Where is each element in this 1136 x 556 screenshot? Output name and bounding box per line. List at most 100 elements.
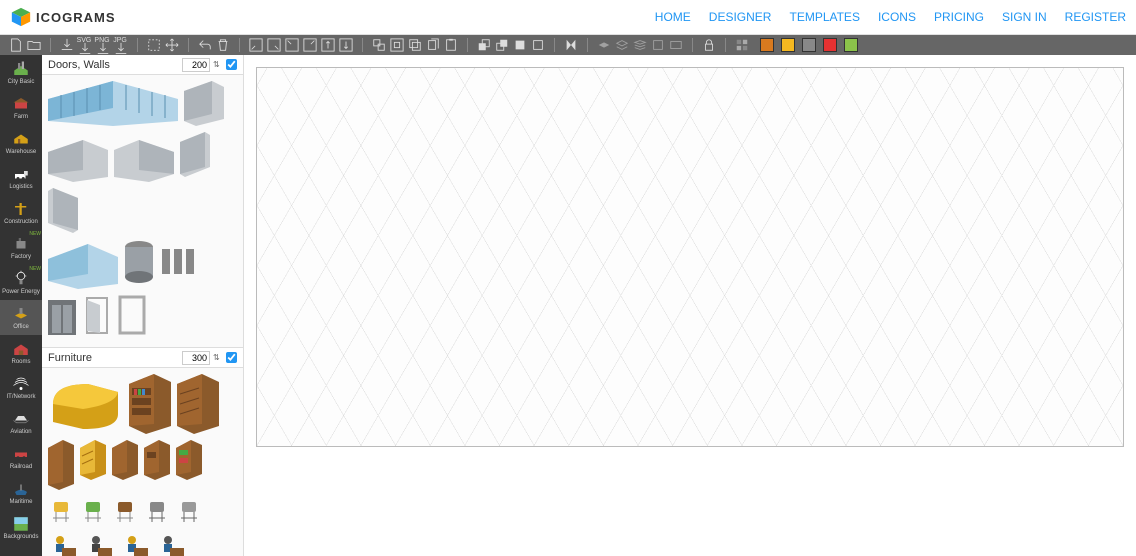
sidebar-item-construction[interactable]: Construction [0,195,42,230]
bring-front-button[interactable] [476,37,492,53]
sidebar-item-itnetwork[interactable]: IT/Network [0,370,42,405]
panel-check-doors[interactable] [226,59,237,70]
asset-wall-corner-right[interactable] [114,132,174,182]
align-br-button[interactable] [266,37,282,53]
asset-glass-wall-long[interactable] [48,81,178,126]
sidebar-item-warehouse[interactable]: Warehouse [0,125,42,160]
asset-file-cabinet-2[interactable] [144,440,170,480]
asset-chair-green[interactable] [80,496,106,528]
layer1-button[interactable] [596,37,612,53]
asset-door-open[interactable] [82,295,112,335]
color-swatch-0[interactable] [760,38,774,52]
asset-door-frame[interactable] [118,295,146,335]
duplicate-button[interactable] [407,37,423,53]
design-canvas[interactable] [256,67,1124,447]
asset-chair-grey1[interactable] [144,496,170,528]
color-swatch-3[interactable] [823,38,837,52]
align-down-button[interactable] [338,37,354,53]
sidebar-item-powerenergy[interactable]: NEWPower Energy [0,265,42,300]
export-svg-button[interactable] [77,44,93,54]
panel-size-furniture[interactable] [182,351,210,365]
nav-designer[interactable]: DESIGNER [709,10,772,24]
asset-single-wall-l[interactable] [180,132,210,177]
flip-button[interactable] [563,37,579,53]
spinner-icon[interactable]: ⇅ [213,353,223,362]
asset-revolving-door[interactable] [124,239,154,284]
select-button[interactable] [146,37,162,53]
logo-icon [10,6,32,28]
sidebar-item-office[interactable]: Office [0,300,42,335]
asset-wall-panel[interactable] [184,81,224,126]
sidebar-icon [11,235,31,253]
export-jpg-button[interactable] [113,44,129,54]
asset-cabinet-wide[interactable] [177,374,219,434]
panel-size-doors[interactable] [182,58,210,72]
asset-file-cabinet-1[interactable] [112,440,138,480]
nav-pricing[interactable]: PRICING [934,10,984,24]
nav-home[interactable]: HOME [655,10,691,24]
paste-button[interactable] [443,37,459,53]
sidebar-item-farm[interactable]: Farm [0,90,42,125]
asset-wall-corner-left[interactable] [48,132,108,182]
asset-person-desk-2[interactable] [84,534,114,556]
sidebar-icon [11,200,31,218]
nav-icons[interactable]: ICONS [878,10,916,24]
asset-chair-grey2[interactable] [176,496,202,528]
align-tr-button[interactable] [302,37,318,53]
asset-person-desk-4[interactable] [156,534,186,556]
align-bl-button[interactable] [248,37,264,53]
align-tl-button[interactable] [284,37,300,53]
asset-tall-cabinet[interactable] [48,440,74,490]
sidebar-item-rooms[interactable]: Rooms [0,335,42,370]
undo-button[interactable] [197,37,213,53]
sidebar-icon [11,410,31,428]
asset-single-wall-r[interactable] [48,188,78,233]
sidebar-item-factory[interactable]: NEWFactory [0,230,42,265]
color-swatch-1[interactable] [781,38,795,52]
layer5-button[interactable] [668,37,684,53]
layer4-button[interactable] [650,37,666,53]
sidebar-item-maritime[interactable]: Maritime [0,475,42,510]
asset-bookshelf[interactable] [129,374,171,434]
center-button[interactable] [389,37,405,53]
asset-chair-yellow[interactable] [48,496,74,528]
backward-button[interactable] [530,37,546,53]
forward-button[interactable] [512,37,528,53]
open-file-button[interactable] [26,37,42,53]
delete-button[interactable] [215,37,231,53]
asset-turnstile[interactable] [160,239,196,279]
nav-templates[interactable]: TEMPLATES [789,10,859,24]
sidebar-item-aviation[interactable]: Aviation [0,405,42,440]
asset-chair-brown[interactable] [112,496,138,528]
layer2-button[interactable] [614,37,630,53]
copy-button[interactable] [425,37,441,53]
asset-glass-corner[interactable] [48,239,118,289]
export-png-button[interactable] [95,44,111,54]
download-button[interactable] [59,37,75,53]
new-file-button[interactable] [8,37,24,53]
asset-person-desk-3[interactable] [120,534,150,556]
nav-register[interactable]: REGISTER [1065,10,1126,24]
color-swatch-4[interactable] [844,38,858,52]
asset-elevator[interactable] [48,295,76,335]
align-up-button[interactable] [320,37,336,53]
sidebar-item-railroad[interactable]: Railroad [0,440,42,475]
asset-file-cabinet-3[interactable] [176,440,202,480]
asset-person-desk-1[interactable] [48,534,78,556]
nav-signin[interactable]: SIGN IN [1002,10,1047,24]
color-picker-button[interactable] [734,37,750,53]
logo[interactable]: ICOGRAMS [10,6,116,28]
sidebar-item-backgrounds[interactable]: Backgrounds [0,510,42,545]
sidebar-item-citybasic[interactable]: City Basic [0,55,42,90]
group-button[interactable] [371,37,387,53]
asset-reception-desk[interactable] [48,374,123,434]
layer3-button[interactable] [632,37,648,53]
move-button[interactable] [164,37,180,53]
asset-file-cabinet-yellow[interactable] [80,440,106,480]
color-swatch-2[interactable] [802,38,816,52]
lock-button[interactable] [701,37,717,53]
panel-check-furniture[interactable] [226,352,237,363]
spinner-icon[interactable]: ⇅ [213,60,223,69]
send-back-button[interactable] [494,37,510,53]
sidebar-item-logistics[interactable]: Logistics [0,160,42,195]
